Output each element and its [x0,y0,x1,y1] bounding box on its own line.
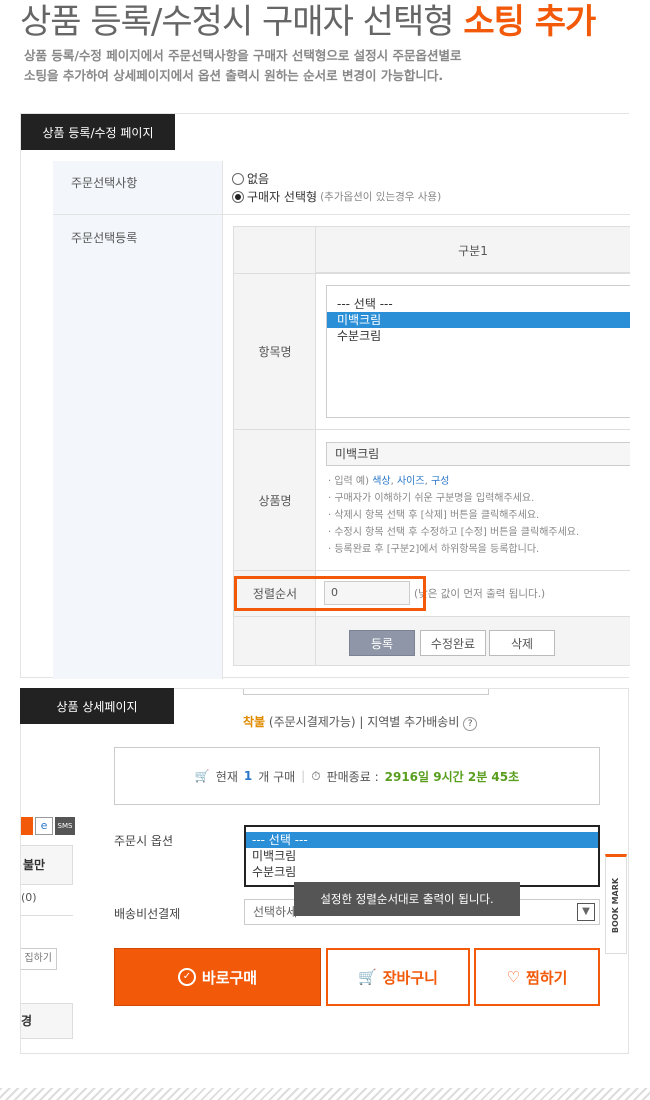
product-name-input[interactable]: 미백크림 [326,442,630,466]
cart-icon: 🛒 [194,769,210,783]
radio-buyer-row[interactable]: 구매자 선택형 (추가옵션이 있는경우 사용) [232,188,441,205]
list-item[interactable]: --- 선택 --- [327,296,630,312]
wishlist-label: 찜하기 [526,968,568,987]
product-name-label: 상품명 [258,493,292,508]
buy-now-label: 바로구매 [201,968,258,987]
edit-done-button[interactable]: 수정완료 [420,630,486,656]
note3: · 삭제시 항목 선택 후 [삭제] 버튼을 클릭해주세요. [328,510,540,521]
radio-buyer[interactable] [232,190,244,203]
share-icon[interactable] [21,817,33,835]
register-button[interactable]: 등록 [349,630,415,656]
option-item-selected[interactable]: --- 선택 --- [246,832,598,848]
shipping-prepay-label: 배송비선결제 [114,907,181,921]
order-option-listbox[interactable]: --- 선택 --- 미백크림 수분크림 [244,825,600,887]
note1-ex1: 색상 [372,476,391,487]
radio-none[interactable] [232,172,244,185]
help-icon[interactable]: ? [463,717,478,731]
option-listbox[interactable]: --- 선택 --- 미백크림 수분크림 [326,285,630,418]
note5: · 등록완료 후 [구분2]에서 하위항목을 등록합니다. [328,544,540,555]
list-item-selected[interactable]: 미백크림 [327,312,630,328]
timer-icon: ⏱ [311,768,321,783]
cart-button[interactable]: 🛒 장바구니 [326,948,470,1006]
share-icons: e SMS [21,817,75,835]
order-register-label: 주문선택등록 [71,231,138,245]
subtext-line2: 소팅을 추가하여 상세페이지에서 옵션 출력시 원하는 순서로 변경이 가능합니… [24,68,444,83]
bottom-divider [0,1088,650,1100]
note1-prefix: · 입력 예) [328,476,373,487]
column-header: 구분1 [458,243,488,258]
purchase-status-bar: 🛒 현재 1 개 구매 | ⏱ 판매종료 : 2916일 9시간 2분 45초 [114,747,600,805]
order-option-label: 주문선택사항 [71,176,138,190]
option-item[interactable]: 수분크림 [246,864,598,880]
dissatisfied-tab[interactable]: 불만 [21,845,73,885]
detail-page-tag: 상품 상세페이지 [20,688,174,724]
check-circle-icon: ✓ [177,968,196,986]
radio-none-row[interactable]: 없음 [232,170,269,187]
radio-none-label: 없음 [247,172,270,186]
row-divider [53,214,630,215]
cart-qty: 1 [243,769,253,783]
close-button[interactable]: 집하기 [21,948,57,970]
wishlist-button[interactable]: ♡ 찜하기 [474,948,600,1006]
bookmark-label: BOOK MARK [611,877,621,933]
other-tab[interactable]: 경 [21,1003,73,1039]
headline: 상품 등록/수정시 구매자 선택형 소팅 추가 [20,0,596,43]
dissatisfied-count: (0) [21,891,37,904]
sms-icon[interactable]: SMS [55,817,75,835]
sort-tooltip: 설정한 정렬순서대로 출력이 됩니다. [294,882,520,916]
cart-unit: 개 구매 [258,769,296,784]
note2: · 구매자가 이해하기 쉬운 구분명을 입력해주세요. [328,493,535,504]
cropped-box [243,689,489,695]
shipping-info: 착불 (주문시결제가능) | 지역별 추가배송비 ? [243,713,478,731]
subtext-line1: 상품 등록/수정 페이지에서 주문선택사항을 구매자 선택형으로 설정시 주문옵… [24,48,462,63]
shipping-cod: 착불 [243,715,266,729]
sort-order-highlight [234,576,426,611]
divider [21,915,73,916]
shipping-text: (주문시결제가능) | 지역별 추가배송비 [265,715,460,729]
detail-page-panel: 착불 (주문시결제가능) | 지역별 추가배송비 ? 🛒 현재 1 개 구매 |… [20,688,629,1054]
list-item[interactable]: 수분크림 [327,328,630,344]
radio-buyer-note: (추가옵션이 있는경우 사용) [320,191,442,203]
sale-end-label: 판매종료 : [326,769,379,784]
cart-label: 장바구니 [382,968,438,987]
order-option-label: 주문시 옵션 [114,834,174,848]
subtext: 상품 등록/수정 페이지에서 주문선택사항을 구매자 선택형으로 설정시 주문옵… [24,46,544,86]
divider: | [301,769,306,783]
note1-ex2: 사이즈 [396,476,425,487]
item-name-label: 항목명 [258,345,292,359]
heart-icon: ♡ [506,968,521,986]
note4: · 수정시 항목 선택 후 수정하고 [수정] 버튼을 클릭해주세요. [328,527,580,538]
cart-icon: 🛒 [358,968,377,986]
radio-buyer-label: 구매자 선택형 [247,190,318,204]
input-notes: · 입력 예) 색상, 사이즈, 구성 · 구매자가 이해하기 쉬운 구분명을 … [328,473,579,558]
sale-end-value: 2916일 9시간 2분 45초 [384,769,520,784]
delete-button[interactable]: 삭제 [489,630,555,656]
bookmark-tab[interactable]: BOOK MARK [605,854,627,954]
sep [234,616,630,617]
headline-accent: 소팅 추가 [463,2,596,42]
option-item[interactable]: 미백크림 [246,848,598,864]
sort-order-note: (낮은 값이 먼저 출력 됩니다.) [414,588,546,600]
buy-now-button[interactable]: ✓ 바로구매 [114,948,321,1006]
chevron-down-icon[interactable]: ▼ [577,903,595,921]
headline-main: 상품 등록/수정시 구매자 선택형 [20,2,464,42]
cart-now: 현재 [215,769,238,784]
edit-page-tag: 상품 등록/수정 페이지 [21,114,175,150]
note1-ex3: 구성 [430,476,450,487]
ie-icon[interactable]: e [35,817,53,835]
